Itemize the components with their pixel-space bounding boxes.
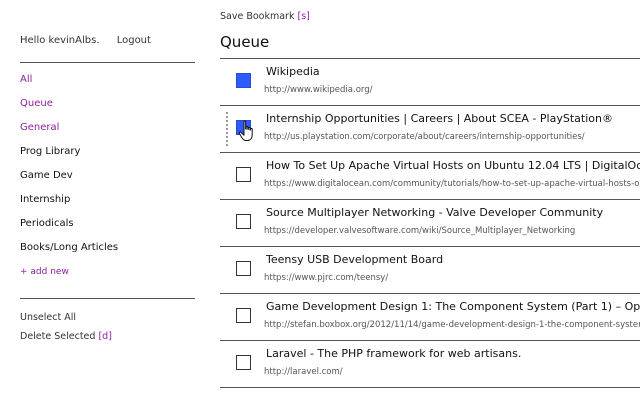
sidebar-item-prog-library[interactable]: Prog Library <box>20 146 118 170</box>
bookmark-title[interactable]: Teensy USB Development Board <box>266 253 443 266</box>
bookmark-row[interactable]: Internship Opportunities | Careers | Abo… <box>220 106 640 153</box>
bookmark-title[interactable]: Wikipedia <box>266 65 320 78</box>
page-title: Queue <box>220 33 270 51</box>
sidebar-item-game-dev[interactable]: Game Dev <box>20 170 118 194</box>
bookmark-row[interactable]: How To Set Up Apache Virtual Hosts on Ub… <box>220 153 640 200</box>
bookmark-title[interactable]: Source Multiplayer Networking - Valve De… <box>266 206 603 219</box>
sidebar: Hello kevinAlbs. Logout All Queue Genera… <box>20 0 196 400</box>
unselect-all-label: Unselect All <box>20 312 76 323</box>
bookmark-row[interactable]: Game Development Design 1: The Component… <box>220 294 640 341</box>
bookmark-row[interactable]: Wikipedia http://www.wikipedia.org/ <box>220 59 640 106</box>
add-new-category-link[interactable]: + add new <box>20 266 118 290</box>
bookmark-url[interactable]: http://us.playstation.com/corporate/abou… <box>264 132 585 142</box>
greeting-text: Hello kevinAlbs. <box>20 35 100 46</box>
sidebar-item-all[interactable]: All <box>20 74 118 98</box>
save-bookmark-hotkey: [s] <box>297 11 310 22</box>
sidebar-nav: All Queue General Prog Library Game Dev … <box>20 74 118 290</box>
bookmark-checkbox[interactable] <box>236 308 251 323</box>
bookmark-list: Wikipedia http://www.wikipedia.org/ Inte… <box>220 58 640 388</box>
bookmark-row[interactable]: Source Multiplayer Networking - Valve De… <box>220 200 640 247</box>
sidebar-item-general[interactable]: General <box>20 122 118 146</box>
bookmark-row[interactable]: Teensy USB Development Board https://www… <box>220 247 640 294</box>
sidebar-item-periodicals[interactable]: Periodicals <box>20 218 118 242</box>
bookmark-url[interactable]: https://www.pjrc.com/teensy/ <box>264 273 388 283</box>
bookmark-title[interactable]: Laravel - The PHP framework for web arti… <box>266 347 521 360</box>
bookmark-checkbox[interactable] <box>236 167 251 182</box>
user-greeting: Hello kevinAlbs. Logout <box>20 35 151 46</box>
drag-handle-icon[interactable] <box>226 112 232 146</box>
bookmark-title[interactable]: Game Development Design 1: The Component… <box>266 300 640 313</box>
bookmark-url[interactable]: https://www.digitalocean.com/community/t… <box>264 179 640 189</box>
sidebar-item-books-long-articles[interactable]: Books/Long Articles <box>20 242 118 266</box>
bookmark-url[interactable]: http://stefan.boxbox.org/2012/11/14/game… <box>264 320 640 330</box>
delete-selected-label: Delete Selected <box>20 331 96 342</box>
bookmark-row[interactable]: Laravel - The PHP framework for web arti… <box>220 341 640 388</box>
bookmark-checkbox[interactable] <box>236 120 251 135</box>
bookmark-url[interactable]: http://laravel.com/ <box>264 367 343 377</box>
bookmark-title[interactable]: How To Set Up Apache Virtual Hosts on Ub… <box>266 159 640 172</box>
bookmark-url[interactable]: http://www.wikipedia.org/ <box>264 85 373 95</box>
main-content: Save Bookmark [s] Queue Wikipedia http:/… <box>220 0 640 400</box>
bookmark-url[interactable]: https://developer.valvesoftware.com/wiki… <box>264 226 575 236</box>
bookmark-checkbox[interactable] <box>236 73 251 88</box>
delete-selected-link[interactable]: Delete Selected [d] <box>20 331 112 350</box>
delete-selected-hotkey: [d] <box>98 331 112 342</box>
unselect-all-link[interactable]: Unselect All <box>20 312 112 331</box>
bookmark-checkbox[interactable] <box>236 355 251 370</box>
sidebar-divider-top <box>20 62 195 63</box>
bulk-actions: Unselect All Delete Selected [d] <box>20 312 112 350</box>
sidebar-item-queue[interactable]: Queue <box>20 98 118 122</box>
logout-link[interactable]: Logout <box>117 35 151 46</box>
save-bookmark-label: Save Bookmark <box>220 11 295 22</box>
bookmark-checkbox[interactable] <box>236 261 251 276</box>
sidebar-divider-bottom <box>20 298 195 299</box>
save-bookmark-button[interactable]: Save Bookmark [s] <box>220 11 310 22</box>
bookmark-title[interactable]: Internship Opportunities | Careers | Abo… <box>266 112 613 125</box>
bookmark-checkbox[interactable] <box>236 214 251 229</box>
app: Hello kevinAlbs. Logout All Queue Genera… <box>0 0 640 400</box>
sidebar-item-internship[interactable]: Internship <box>20 194 118 218</box>
